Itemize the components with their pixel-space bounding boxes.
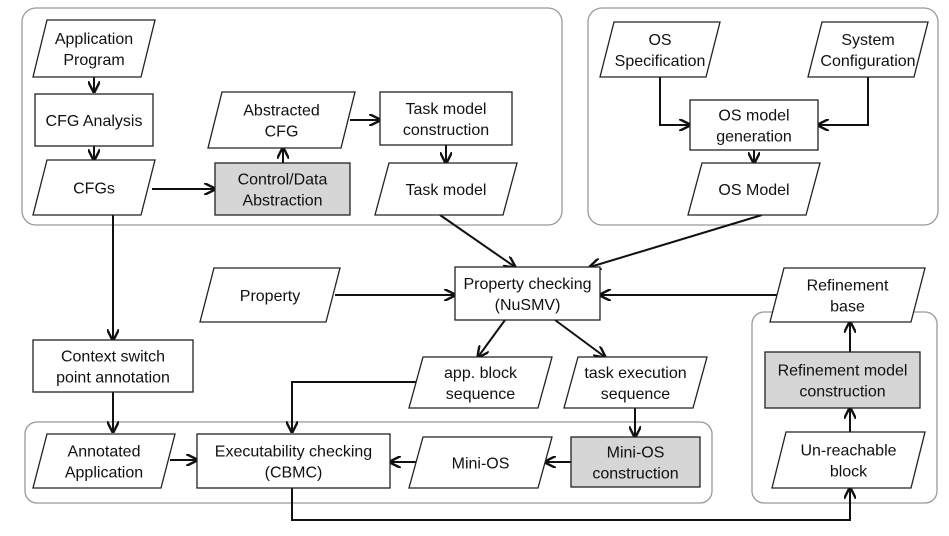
node-label: CFGs [73, 181, 115, 198]
node-executability-checking: Executability checking (CBMC) [196, 433, 391, 489]
node-control-data-abstraction: Control/Data Abstraction [214, 162, 351, 216]
node-label: Abstracted [243, 103, 319, 120]
node-label: generation [716, 129, 792, 146]
node-app-program: Application Program [32, 19, 156, 78]
node-label: OS Model [718, 182, 789, 199]
node-label: base [830, 299, 865, 316]
node-label: sequence [601, 386, 670, 403]
edge [291, 488, 850, 521]
node-mini-os: Mini-OS [408, 436, 553, 489]
node-label: Executability checking [215, 444, 372, 461]
edge [292, 381, 420, 432]
node-label: Task model [406, 101, 487, 118]
node-app-block-sequence: app. block sequence [408, 356, 553, 409]
node-label: construction [403, 122, 489, 139]
node-label: CFG [265, 124, 299, 141]
node-label: Mini-OS [452, 456, 510, 473]
node-label: construction [799, 384, 885, 401]
node-label: Annotated [68, 444, 141, 461]
node-label: Specification [615, 53, 706, 70]
node-os-model-generation: OS model generation [689, 99, 819, 151]
edge [439, 214, 515, 267]
edge [659, 77, 690, 125]
node-task-model: Task model [374, 162, 518, 216]
node-label: Mini-OS [607, 445, 665, 462]
node-task-execution-sequence: task execution sequence [563, 356, 708, 409]
node-cfg-analysis: CFG Analysis [34, 93, 154, 147]
node-os-model: OS Model [687, 162, 821, 216]
node-refinement-base: Refinement base [769, 267, 926, 323]
node-label: construction [592, 466, 678, 483]
node-label: app. block [444, 365, 518, 382]
node-label: Refinement [807, 278, 889, 295]
node-label: (CBMC) [265, 465, 323, 482]
node-label: Configuration [820, 53, 915, 70]
node-label: Property [240, 288, 300, 305]
node-label: CFG Analysis [46, 113, 143, 130]
node-label: (NuSMV) [495, 297, 561, 314]
node-label: Un-reachable [800, 443, 896, 460]
node-label: Refinement model [778, 363, 908, 380]
node-label: Property checking [463, 276, 591, 293]
node-label: task execution [584, 365, 686, 382]
node-os-specification: OS Specification [599, 21, 721, 78]
node-context-switch: Context switch point annotation [32, 339, 194, 393]
node-label: System [841, 32, 894, 49]
flow-diagram: Application Program CFG Analysis CFGs Contro… [21, 7, 939, 521]
node-abstracted-cfg: Abstracted CFG [207, 91, 356, 149]
node-label: Application [55, 31, 133, 48]
node-label: Task model [406, 182, 487, 199]
edge [478, 319, 506, 357]
node-label: OS [648, 32, 671, 49]
node-unreachable-block: Un-reachable block [771, 431, 926, 489]
node-label: Abstraction [242, 193, 322, 210]
node-label: OS model [718, 108, 789, 125]
node-cfgs: CFGs [32, 159, 156, 216]
node-label: Application [65, 465, 143, 482]
node-system-configuration: System Configuration [807, 21, 929, 78]
edge [590, 214, 763, 267]
node-annotated-application: Annotated Application [32, 433, 176, 489]
node-refinement-model-construction: Refinement model construction [764, 351, 921, 409]
node-property-checking: Property checking (NuSMV) [454, 266, 601, 321]
node-label: Program [63, 52, 124, 69]
node-label: sequence [446, 386, 515, 403]
node-label: Context switch [61, 349, 165, 366]
edge [818, 77, 869, 125]
node-label: Control/Data [238, 172, 328, 189]
node-mini-os-construction: Mini-OS construction [570, 436, 701, 488]
node-property: Property [199, 267, 341, 323]
node-task-model-construction: Task model construction [379, 91, 513, 146]
node-label: point annotation [56, 370, 170, 387]
edge [554, 319, 605, 357]
node-label: block [830, 464, 868, 481]
